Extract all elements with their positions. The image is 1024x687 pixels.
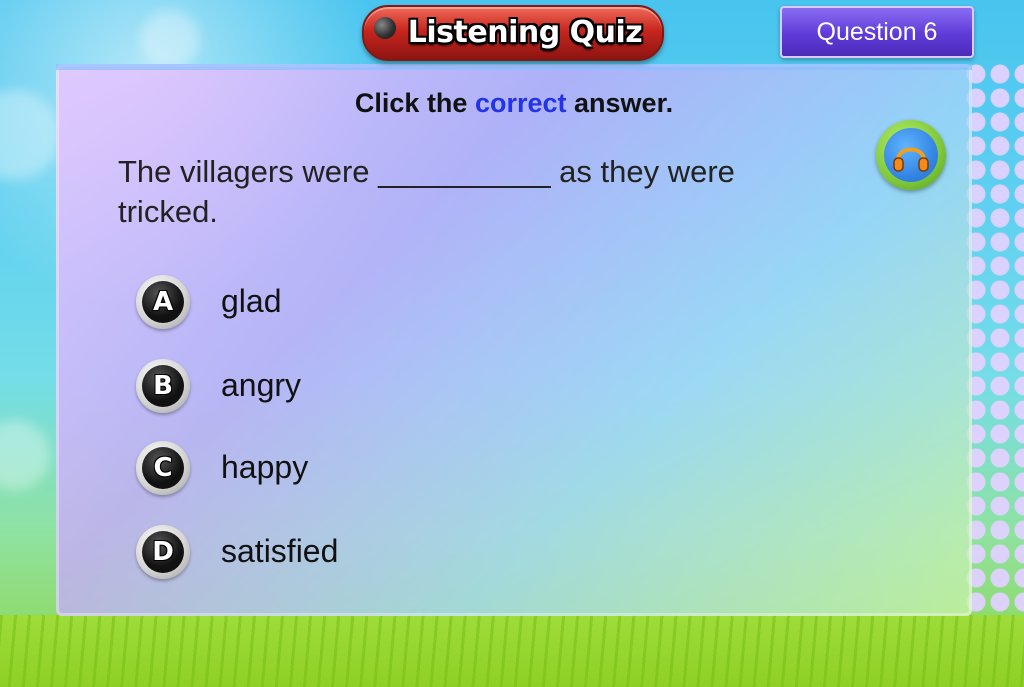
- instruction-text: Click the correct answer.: [56, 88, 972, 119]
- instruction-after: answer.: [574, 88, 674, 118]
- grass-strip: [0, 615, 1024, 687]
- option-letter: C: [153, 453, 173, 483]
- option-letter-badge: D: [136, 525, 190, 579]
- background-bokeh: [140, 10, 200, 70]
- option-label: satisfied: [221, 533, 339, 569]
- option-letter-badge: A: [136, 275, 190, 329]
- quiz-title: Listening Quiz: [407, 15, 643, 50]
- background-bokeh: [0, 420, 50, 490]
- option-letter: D: [152, 537, 174, 567]
- answer-option-c[interactable]: C happy: [136, 441, 536, 499]
- option-letter-badge: B: [136, 359, 190, 413]
- decorative-dot-pattern: [964, 62, 1024, 622]
- option-letter: A: [152, 287, 174, 317]
- pin-icon: [374, 17, 396, 39]
- option-letter: B: [153, 371, 173, 401]
- question-prompt: The villagers were __________ as they we…: [118, 154, 735, 229]
- answer-option-a[interactable]: A glad: [136, 275, 536, 333]
- option-label: happy: [221, 449, 309, 485]
- background-bokeh: [0, 90, 60, 180]
- play-audio-button[interactable]: [876, 120, 946, 190]
- headphones-icon: [884, 128, 938, 182]
- option-label: glad: [221, 283, 282, 319]
- panel-top-border: [56, 64, 972, 70]
- title-banner: Listening Quiz: [362, 5, 664, 61]
- question-number-badge: Question 6: [780, 6, 974, 58]
- answer-option-d[interactable]: D satisfied: [136, 525, 536, 583]
- instruction-highlight: correct: [474, 88, 567, 118]
- instruction-before: Click the: [354, 88, 468, 118]
- answer-option-b[interactable]: B angry: [136, 359, 536, 417]
- option-label: angry: [221, 367, 302, 403]
- option-letter-badge: C: [136, 441, 190, 495]
